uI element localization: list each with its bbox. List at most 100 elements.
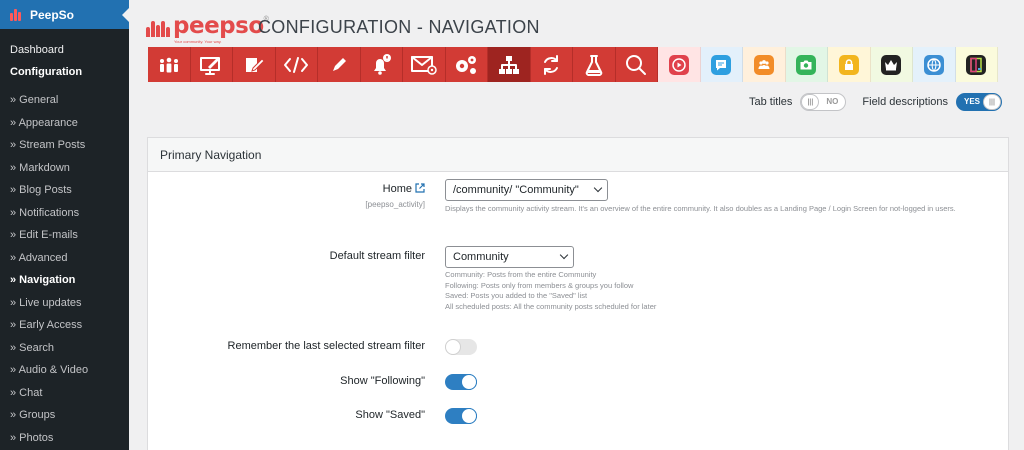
- globe-badge-icon: [923, 54, 944, 75]
- toggle-grip-icon: |||: [983, 94, 1001, 110]
- brand-tagline: Your community. Your way.: [174, 39, 222, 44]
- config-tab-pencil[interactable]: [318, 47, 361, 82]
- sidebar-submenu-item[interactable]: » Advanced: [0, 247, 129, 270]
- sidebar-submenu-item[interactable]: » Navigation: [0, 269, 129, 292]
- config-tab-gears[interactable]: [445, 47, 488, 82]
- display-toggles: Tab titles ||| NO Field descriptions YES…: [749, 93, 1002, 111]
- config-tab-bell-alert[interactable]: [360, 47, 403, 82]
- home-description: Displays the community activity stream. …: [445, 204, 956, 213]
- field-descriptions-label: Field descriptions: [862, 96, 948, 108]
- config-tab-bar: [148, 47, 998, 82]
- search-icon: [624, 53, 648, 77]
- chevron-down-icon: [593, 183, 603, 193]
- code-icon: [283, 56, 309, 74]
- panel-title: Primary Navigation: [160, 147, 262, 162]
- camera-icon: [796, 54, 817, 75]
- sidebar-submenu-item[interactable]: » Early Access: [0, 314, 129, 337]
- peepso-brand: peepso ® Your community. Your way.: [146, 13, 269, 44]
- lock-icon: [838, 54, 859, 75]
- chevron-down-icon: [559, 250, 569, 260]
- panel-header: Primary Navigation: [148, 138, 1008, 172]
- sidebar-submenu-item[interactable]: » Live updates: [0, 292, 129, 315]
- sidebar-header[interactable]: PeepSo: [0, 0, 129, 29]
- mail-gear-icon: [410, 54, 438, 76]
- home-shortcode: [peepso_activity]: [365, 200, 425, 209]
- play-icon: [668, 54, 689, 75]
- edit-note-icon: [243, 54, 265, 76]
- show-following-switch[interactable]: [445, 374, 477, 390]
- sidebar-submenu-item[interactable]: » Photos: [0, 427, 129, 450]
- config-tab-edit-note[interactable]: [233, 47, 276, 82]
- external-link-icon[interactable]: [415, 183, 425, 193]
- bell-alert-icon: [369, 53, 393, 77]
- people-icon: [158, 56, 180, 74]
- config-tab-flask[interactable]: [573, 47, 616, 82]
- sidebar-submenu-item[interactable]: » Edit E-mails: [0, 224, 129, 247]
- config-tab-group[interactable]: [743, 47, 786, 82]
- refresh-icon: [540, 54, 562, 76]
- admin-sidebar: PeepSo Dashboard Configuration» General» …: [0, 0, 129, 450]
- page-title: CONFIGURATION - NAVIGATION: [258, 17, 540, 37]
- config-tab-sitemap[interactable]: [488, 47, 531, 82]
- config-tab-monitor-pen[interactable]: [190, 47, 233, 82]
- config-tab-play[interactable]: [658, 47, 701, 82]
- sidebar-submenu-item[interactable]: » Audio & Video: [0, 359, 129, 382]
- gears-icon: [453, 53, 479, 77]
- stream-filter-desc-line: Community: Posts from the entire Communi…: [445, 270, 597, 279]
- monitor-pen-icon: [199, 55, 223, 75]
- flask-icon: [584, 54, 604, 76]
- brand-word: peepso: [173, 13, 264, 39]
- frame-icon: [966, 54, 987, 75]
- remember-filter-switch[interactable]: [445, 339, 477, 355]
- config-tab-people[interactable]: [148, 47, 191, 82]
- current-menu-arrow: [122, 8, 129, 22]
- home-label: Home: [383, 183, 425, 195]
- tab-titles-label: Tab titles: [748, 96, 793, 108]
- show-following-label: Show "Following": [340, 375, 425, 387]
- stream-filter-descriptions: Community: Posts from the entire Communi…: [445, 270, 656, 312]
- sidebar-submenu-item[interactable]: » General: [0, 89, 129, 112]
- primary-navigation-panel: Primary Navigation Home [peepso_activity…: [147, 137, 1009, 450]
- stream-filter-desc-line: Following: Posts only from members & gro…: [445, 280, 634, 290]
- group-icon: [753, 54, 774, 75]
- toggle-grip-icon: |||: [801, 94, 820, 110]
- sidebar-submenu-item[interactable]: » Groups: [0, 404, 129, 427]
- remember-filter-label: Remember the last selected stream filter: [227, 340, 425, 352]
- sidebar-submenu-item[interactable]: » Markdown: [0, 157, 129, 180]
- peepso-mark-icon: [146, 17, 170, 37]
- field-descriptions-toggle[interactable]: YES |||: [956, 93, 1002, 111]
- home-page-select[interactable]: /community/ "Community": [445, 179, 608, 201]
- config-tab-code[interactable]: [275, 47, 318, 82]
- show-saved-switch[interactable]: [445, 408, 477, 424]
- config-tab-chat[interactable]: [700, 47, 743, 82]
- sidebar-submenu-item[interactable]: » Chat: [0, 382, 129, 405]
- crown-icon: [881, 54, 902, 75]
- chat-icon: [711, 54, 732, 75]
- sidebar-submenu-item[interactable]: » Blog Posts: [0, 179, 129, 202]
- tab-titles-toggle[interactable]: ||| NO: [800, 93, 847, 111]
- config-tab-camera[interactable]: [785, 47, 828, 82]
- config-tab-refresh[interactable]: [530, 47, 573, 82]
- stream-filter-label: Default stream filter: [329, 250, 425, 262]
- sitemap-icon: [497, 54, 521, 76]
- sidebar-top-item[interactable]: Configuration: [0, 61, 129, 83]
- sidebar-submenu-item[interactable]: » Search: [0, 337, 129, 360]
- sidebar-top-item[interactable]: Dashboard: [0, 39, 129, 61]
- sidebar-submenu-item[interactable]: » Stream Posts: [0, 134, 129, 157]
- stream-filter-desc-line: Saved: Posts you added to the "Saved" li…: [445, 291, 588, 300]
- sidebar-title: PeepSo: [30, 7, 75, 22]
- config-tab-globe-badge[interactable]: [913, 47, 956, 82]
- sidebar-submenu-item[interactable]: » Appearance: [0, 112, 129, 135]
- sidebar-menu: Dashboard Configuration » General» Appeara…: [0, 29, 129, 449]
- config-tab-mail-gear[interactable]: [403, 47, 446, 82]
- config-tab-frame[interactable]: [955, 47, 998, 82]
- stream-filter-select[interactable]: Community: [445, 246, 574, 268]
- peepso-logo-icon: [10, 8, 24, 21]
- config-tab-lock[interactable]: [828, 47, 871, 82]
- show-saved-label: Show "Saved": [355, 409, 425, 421]
- config-tab-search[interactable]: [615, 47, 658, 82]
- sidebar-submenu-item[interactable]: » Notifications: [0, 202, 129, 225]
- stream-filter-desc-line: All scheduled posts: All the community p…: [445, 301, 657, 311]
- config-tab-crown[interactable]: [870, 47, 913, 82]
- pencil-icon: [329, 55, 349, 75]
